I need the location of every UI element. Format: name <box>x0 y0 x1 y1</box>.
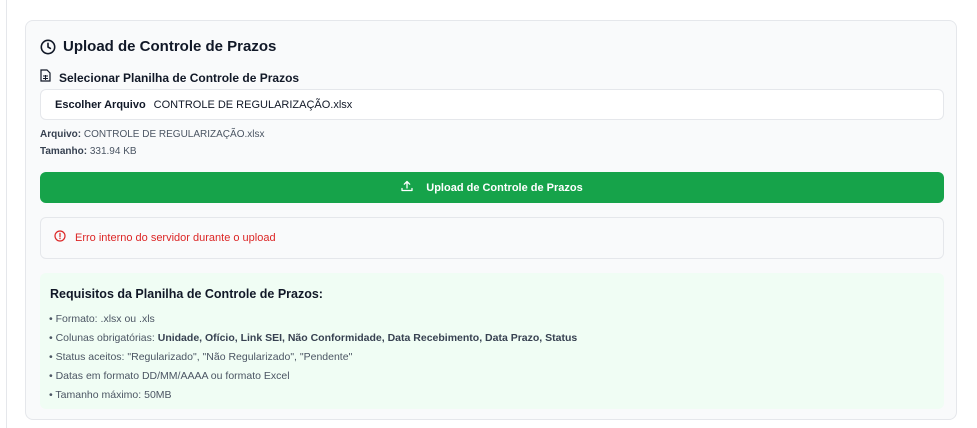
card-header: Upload de Controle de Prazos <box>40 38 276 55</box>
requirement-columns: Unidade, Ofício, Link SEI, Não Conformid… <box>157 332 578 344</box>
page-left-border <box>6 0 7 428</box>
file-meta-value: CONTROLE DE REGULARIZAÇÃO.xlsx <box>83 129 265 140</box>
requirement-item: • Tamanho máximo: 50MB <box>49 389 172 401</box>
requirement-item: • Datas em formato DD/MM/AAAA ou formato… <box>49 370 290 382</box>
error-alert: Erro interno do servidor durante o uploa… <box>40 217 944 259</box>
upload-button-label: Upload de Controle de Prazos <box>426 181 583 194</box>
requirement-prefix: • Colunas obrigatórias: <box>49 332 158 344</box>
choose-file-button[interactable]: Escolher Arquivo <box>55 99 146 111</box>
file-name-meta: Arquivo: CONTROLE DE REGULARIZAÇÃO.xlsx <box>40 129 264 140</box>
card-title: Upload de Controle de Prazos <box>63 38 277 55</box>
upload-card: Upload de Controle de Prazos Selecionar … <box>25 20 957 420</box>
size-meta-label: Tamanho: <box>40 146 88 157</box>
file-select-label: Selecionar Planilha de Controle de Prazo… <box>59 71 300 85</box>
spreadsheet-file-icon <box>40 69 51 87</box>
requirement-item: • Status aceitos: "Regularizado", "Não R… <box>49 351 353 363</box>
requirements-title: Requisitos da Planilha de Controle de Pr… <box>50 287 323 301</box>
file-input[interactable]: Escolher Arquivo CONTROLE DE REGULARIZAÇ… <box>40 89 944 120</box>
requirements-list: • Formato: .xlsx ou .xls • Colunas obrig… <box>49 310 577 405</box>
size-meta-value: 331.94 KB <box>89 146 137 157</box>
file-meta-label: Arquivo: <box>40 129 82 140</box>
requirement-item: • Formato: .xlsx ou .xls <box>49 313 155 325</box>
file-select-label-row: Selecionar Planilha de Controle de Prazo… <box>40 69 299 87</box>
upload-button[interactable]: Upload de Controle de Prazos <box>40 172 944 203</box>
file-size-meta: Tamanho: 331.94 KB <box>40 146 137 157</box>
error-message: Erro interno do servidor durante o uploa… <box>75 232 276 244</box>
clock-icon <box>40 39 56 55</box>
chosen-file-name: CONTROLE DE REGULARIZAÇÃO.xlsx <box>153 98 353 111</box>
requirements-box: Requisitos da Planilha de Controle de Pr… <box>40 273 944 409</box>
alert-circle-icon <box>41 229 66 247</box>
requirement-item: • Colunas obrigatórias: Unidade, Ofício,… <box>49 329 577 348</box>
upload-icon <box>401 180 426 195</box>
